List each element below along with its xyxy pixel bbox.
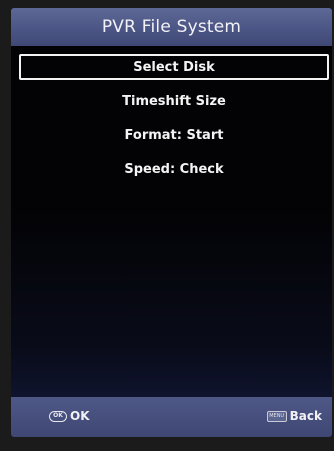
title-bar: PVR File System — [11, 8, 332, 46]
menu-button-icon: MENU — [266, 410, 287, 422]
menu-item-format[interactable]: Format: Start — [19, 122, 329, 148]
back-button[interactable]: MENU Back — [266, 409, 322, 423]
menu-item-label: Select Disk — [133, 59, 215, 75]
menu-item-speed[interactable]: Speed: Check — [19, 156, 329, 182]
tv-screen: PVR File System Select Disk Timeshift Si… — [11, 8, 332, 437]
back-label: Back — [289, 409, 322, 423]
page-title: PVR File System — [101, 17, 242, 37]
menu-item-label: Format: Start — [124, 127, 224, 143]
ok-button[interactable]: OK OK — [49, 409, 90, 423]
background-gradient — [11, 208, 332, 408]
menu-item-label: Timeshift Size — [122, 93, 226, 109]
footer-bar: OK OK MENU Back — [11, 397, 332, 437]
menu-item-select-disk[interactable]: Select Disk — [19, 54, 329, 80]
menu-item-label: Speed: Check — [124, 161, 224, 177]
ok-label: OK — [70, 409, 90, 423]
menu-item-timeshift-size[interactable]: Timeshift Size — [19, 88, 329, 114]
ok-button-icon: OK — [49, 410, 67, 422]
